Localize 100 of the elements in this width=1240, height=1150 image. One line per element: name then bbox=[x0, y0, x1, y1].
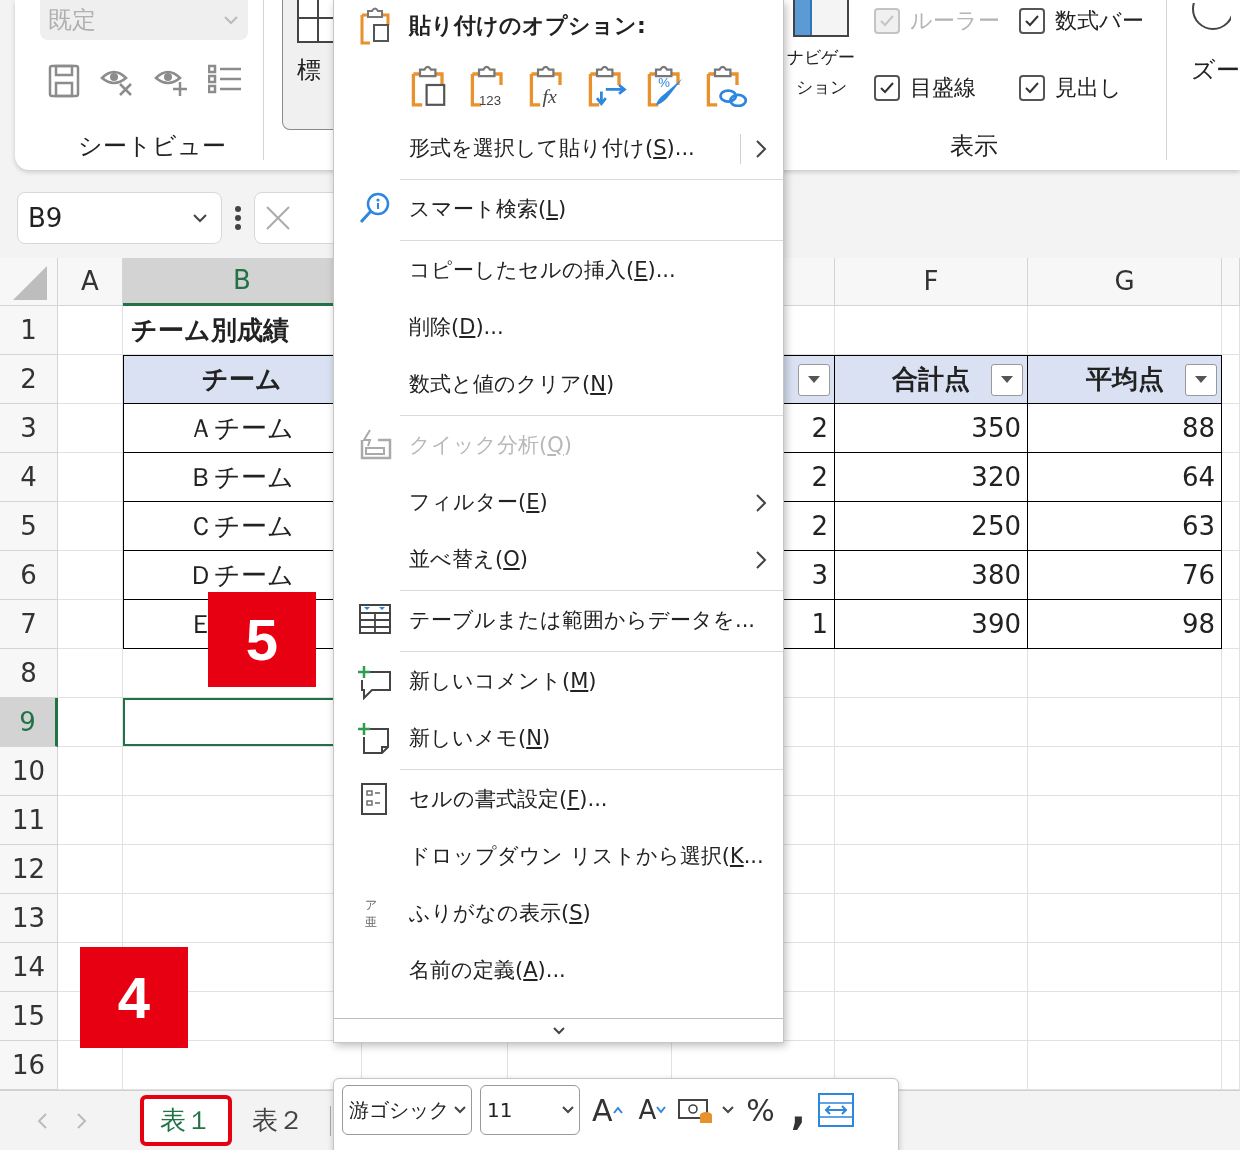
caret-up-icon bbox=[612, 1106, 623, 1114]
grid-cell bbox=[1222, 551, 1240, 600]
grid-cell bbox=[1222, 796, 1240, 845]
group-label: シートビュー bbox=[78, 131, 227, 162]
cell-text: Ｃチーム bbox=[188, 509, 294, 543]
percent-button[interactable]: % bbox=[742, 1085, 779, 1135]
row-header[interactable]: 4 bbox=[0, 453, 58, 502]
row-header[interactable]: 1 bbox=[0, 306, 58, 355]
row-header[interactable]: 7 bbox=[0, 600, 58, 649]
row-header[interactable]: 5 bbox=[0, 502, 58, 551]
comment-icon bbox=[358, 663, 392, 700]
font-select[interactable]: 游ゴシック bbox=[342, 1085, 472, 1135]
row-header[interactable]: 8 bbox=[0, 649, 58, 698]
row-header[interactable]: 15 bbox=[0, 992, 58, 1041]
menu-item[interactable]: 新しいメモ(N) bbox=[334, 710, 783, 771]
grid-cell bbox=[1222, 698, 1240, 747]
grid-cell bbox=[1222, 894, 1240, 943]
note-icon bbox=[358, 720, 392, 757]
menu-heading: 貼り付けのオプション: bbox=[409, 11, 646, 40]
row-header[interactable]: 6 bbox=[0, 551, 58, 600]
column-header[interactable]: F bbox=[835, 258, 1028, 306]
cell-text: 2 bbox=[811, 411, 828, 445]
filter-button[interactable] bbox=[798, 363, 830, 396]
menu-item[interactable]: セルの書式設定(F)... bbox=[334, 771, 783, 828]
menu-item[interactable]: ア亜 ふりがなの表示(S) bbox=[334, 885, 783, 942]
grid-cell bbox=[58, 502, 123, 551]
row-header[interactable]: 12 bbox=[0, 845, 58, 894]
grid-cell bbox=[1222, 600, 1240, 649]
column-header[interactable]: A bbox=[58, 258, 123, 306]
cell-text: 98 bbox=[1181, 607, 1215, 641]
checkbox[interactable] bbox=[1019, 74, 1046, 101]
cell-text: 380 bbox=[971, 558, 1021, 592]
grid-cell bbox=[1222, 355, 1240, 404]
sheet-tab[interactable]: 表２ bbox=[232, 1095, 324, 1146]
grid-cell bbox=[1222, 845, 1240, 894]
wrap-text-icon[interactable] bbox=[818, 1093, 855, 1127]
cell-text: 88 bbox=[1181, 411, 1215, 445]
grid-cell bbox=[1222, 649, 1240, 698]
step-number: 4 bbox=[80, 947, 188, 1048]
cell-text: チーム bbox=[202, 363, 282, 396]
zoom-label: ズー bbox=[1191, 55, 1240, 86]
paste-transpose-icon[interactable] bbox=[586, 63, 630, 107]
menu-item[interactable]: 名前の定義(A)... bbox=[334, 942, 783, 999]
menu-item[interactable]: 新しいコメント(M) bbox=[334, 653, 783, 710]
cell-text: Ａチーム bbox=[188, 411, 294, 445]
filter-button[interactable] bbox=[1185, 363, 1217, 396]
menu-item[interactable]: テーブルまたは範囲からデータを... bbox=[334, 592, 783, 653]
menu-item[interactable]: スマート検索(L) bbox=[334, 181, 783, 242]
shrink-font-button[interactable]: A bbox=[634, 1085, 671, 1135]
row-header[interactable]: 2 bbox=[0, 355, 58, 404]
checkbox-label: ルーラー bbox=[910, 7, 1001, 35]
more-icon[interactable] bbox=[234, 205, 242, 231]
row-header[interactable]: 10 bbox=[0, 747, 58, 796]
cell-text: Ｂチーム bbox=[188, 460, 294, 494]
check-icon bbox=[1024, 13, 1041, 28]
grid-cell bbox=[1222, 453, 1240, 502]
list-icon[interactable] bbox=[208, 64, 242, 94]
menu-item[interactable]: フィルター(E) bbox=[334, 474, 783, 531]
navigation-button[interactable]: ナビゲーション bbox=[782, 0, 861, 122]
dropdown-arrow-icon bbox=[1001, 375, 1013, 384]
menu-item[interactable]: 並べ替え(O) bbox=[334, 531, 783, 592]
comma-style-button[interactable]: , bbox=[786, 1085, 811, 1135]
name-box[interactable]: B9 bbox=[17, 192, 222, 244]
font-size-select[interactable]: 11 bbox=[480, 1085, 580, 1135]
row-header[interactable]: 13 bbox=[0, 894, 58, 943]
cell-text: 64 bbox=[1181, 460, 1215, 494]
grid-cell bbox=[1222, 502, 1240, 551]
row-header[interactable]: 3 bbox=[0, 404, 58, 453]
checkbox[interactable] bbox=[1019, 7, 1046, 34]
checkbox-label: 見出し bbox=[1055, 74, 1123, 102]
chevron-down-icon[interactable] bbox=[551, 1025, 566, 1036]
cell-text: 1 bbox=[811, 607, 828, 641]
column-header[interactable]: G bbox=[1028, 258, 1222, 306]
close-icon[interactable] bbox=[265, 205, 291, 231]
row-header[interactable]: 9 bbox=[0, 698, 58, 747]
paste-link-icon[interactable] bbox=[704, 63, 748, 107]
checkbox[interactable] bbox=[874, 74, 901, 101]
row-header[interactable]: 14 bbox=[0, 943, 58, 992]
cell-text: 平均点 bbox=[1085, 363, 1164, 396]
sheet-tab[interactable]: 表１ bbox=[140, 1095, 232, 1146]
checkbox-label: 数式バー bbox=[1055, 7, 1145, 35]
cell-text: チーム別成績 bbox=[131, 313, 289, 347]
row-header[interactable]: 11 bbox=[0, 796, 58, 845]
menu-item[interactable]: ドロップダウン リストから選択(K... bbox=[334, 828, 783, 885]
furigana-icon: ア亜 bbox=[364, 895, 378, 932]
caret-down-icon bbox=[656, 1106, 667, 1114]
row-header[interactable]: 16 bbox=[0, 1041, 58, 1090]
grid-cell bbox=[58, 698, 123, 747]
grid-cell bbox=[1222, 306, 1240, 355]
cell-text: 3 bbox=[811, 558, 828, 592]
grow-font-button[interactable]: A bbox=[588, 1085, 627, 1135]
filter-button[interactable] bbox=[991, 363, 1023, 396]
cell-text: 350 bbox=[971, 411, 1021, 445]
grid-cell bbox=[58, 453, 123, 502]
chevron-icon bbox=[722, 1105, 735, 1115]
cell-text: Ｄチーム bbox=[188, 558, 294, 592]
grid-cell bbox=[58, 600, 123, 649]
menu-item[interactable]: 数式と値のクリア(N) bbox=[334, 356, 783, 417]
check-icon bbox=[1024, 80, 1041, 95]
cell-text: 2 bbox=[811, 509, 828, 543]
